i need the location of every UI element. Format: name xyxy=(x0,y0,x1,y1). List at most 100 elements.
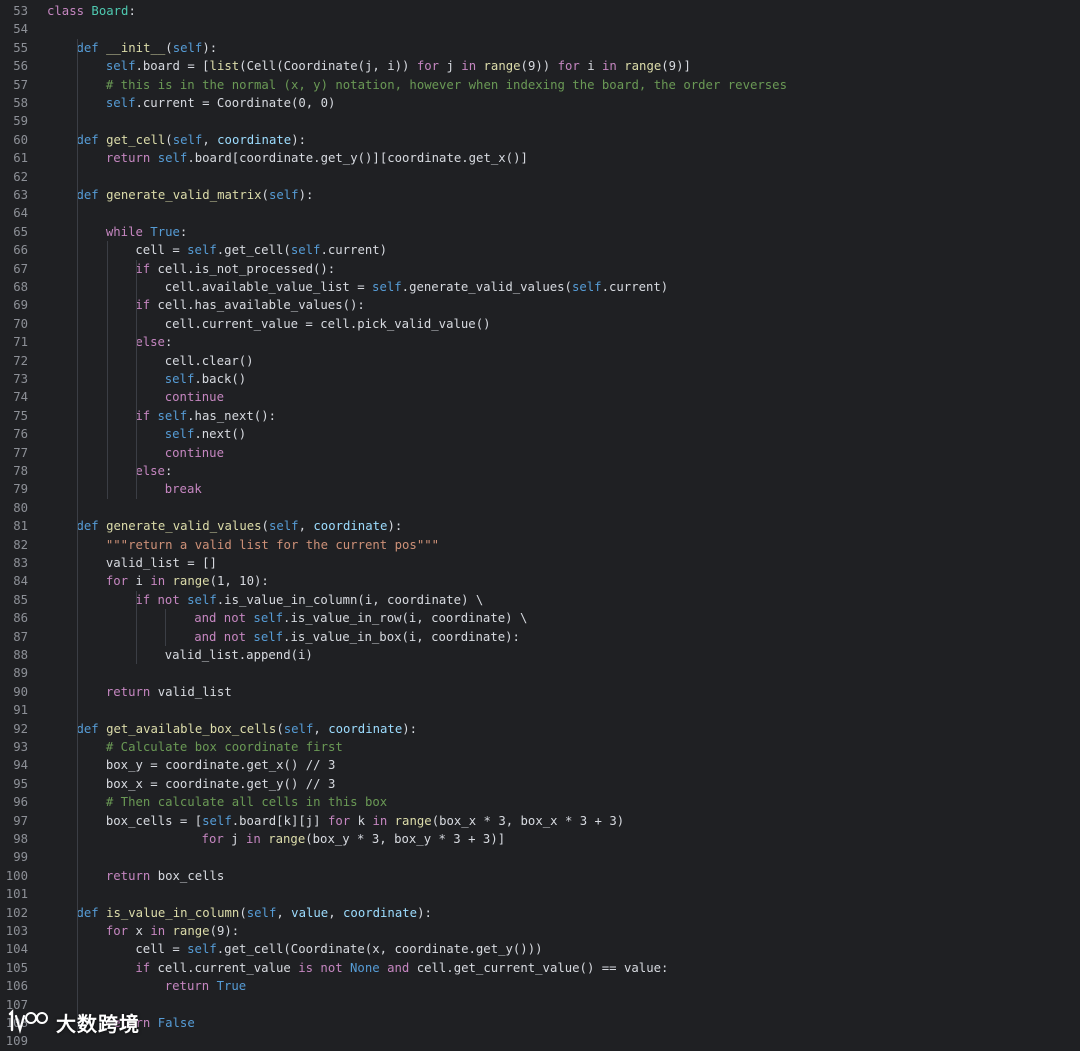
code-line[interactable]: 64 xyxy=(0,204,1080,222)
code-line[interactable]: 63 def generate_valid_matrix(self): xyxy=(0,186,1080,204)
code-line[interactable]: 81 def generate_valid_values(self, coordi… xyxy=(0,517,1080,535)
code-token: def xyxy=(76,905,107,920)
code-line[interactable]: 79 break xyxy=(0,480,1080,498)
code-line[interactable]: 53 class Board: xyxy=(0,2,1080,20)
code-line[interactable]: 105 if cell.current_value is not None and… xyxy=(0,959,1080,977)
code-token: True xyxy=(150,224,180,239)
code-token: None xyxy=(350,960,388,975)
code-line[interactable]: 88 valid_list.append(i) xyxy=(0,646,1080,664)
code-token: .is_value_in_column(i, coordinate) \ xyxy=(216,592,484,607)
code-token: self xyxy=(105,59,136,74)
code-line[interactable]: 100 return box_cells xyxy=(0,867,1080,885)
code-line[interactable]: 70 cell.current_value = cell.pick_valid_v… xyxy=(0,315,1080,333)
code-line[interactable]: 83 valid_list = [] xyxy=(0,554,1080,572)
code-editor[interactable]: 53 class Board: 54 55 def __init__(self): 56 s… xyxy=(0,0,1080,1048)
code-line[interactable]: 67 if cell.is_not_processed(): xyxy=(0,260,1080,278)
code-token: ): xyxy=(387,519,403,534)
code-line[interactable]: 58 self.current = Coordinate(0, 0) xyxy=(0,94,1080,112)
code-token: return xyxy=(105,684,158,699)
code-line[interactable]: 65 while True: xyxy=(0,223,1080,241)
code-line[interactable]: 71 else: xyxy=(0,333,1080,351)
line-number: 96 xyxy=(13,795,28,810)
code-line[interactable]: 80 xyxy=(0,499,1080,517)
code-line[interactable]: 85 if not self.is_value_in_column(i, coor… xyxy=(0,591,1080,609)
code-line[interactable]: 103 for x in range(9): xyxy=(0,922,1080,940)
code-text: def __init__(self): xyxy=(76,39,217,57)
line-number: 100 xyxy=(5,868,28,883)
code-line[interactable]: 90 return valid_list xyxy=(0,683,1080,701)
code-line[interactable]: 106 return True xyxy=(0,977,1080,995)
code-token: get_available_box_cells xyxy=(106,721,277,736)
code-line[interactable]: 55 def __init__(self): xyxy=(0,39,1080,57)
line-number: 67 xyxy=(13,261,28,276)
line-number: 95 xyxy=(13,776,28,791)
line-number: 71 xyxy=(13,335,28,350)
code-token: .current = Coordinate(0, 0) xyxy=(135,96,336,110)
code-text: if cell.is_not_processed(): xyxy=(135,260,335,278)
indent-guide xyxy=(136,590,137,665)
code-line[interactable]: 59 xyxy=(0,112,1080,130)
code-token: while xyxy=(105,224,151,239)
line-number: 75 xyxy=(13,408,28,423)
code-line[interactable]: 86 and not self.is_value_in_row(i, coordi… xyxy=(0,609,1080,627)
code-line[interactable]: 97 box_cells = [self.board[k][j] for k in… xyxy=(0,812,1080,830)
line-number: 76 xyxy=(13,427,28,442)
code-token: j xyxy=(223,832,246,846)
code-line[interactable]: 78 else: xyxy=(0,462,1080,480)
code-token: ( xyxy=(239,905,247,920)
code-token: True xyxy=(216,979,247,994)
code-line[interactable]: 57 # this is in the normal (x, y) notatio… xyxy=(0,76,1080,94)
code-text: def get_cell(self, coordinate): xyxy=(76,131,306,149)
code-line[interactable]: 76 self.next() xyxy=(0,425,1080,443)
code-line[interactable]: 77 continue xyxy=(0,444,1080,462)
code-token: self xyxy=(105,96,136,110)
code-line[interactable]: 89 xyxy=(0,664,1080,682)
line-number: 101 xyxy=(5,887,28,902)
code-line[interactable]: 102 def is_value_in_column(self, value, c… xyxy=(0,904,1080,922)
code-token: return xyxy=(105,868,158,883)
code-line[interactable]: 60 def get_cell(self, coordinate): xyxy=(0,131,1080,149)
code-token: ): xyxy=(202,40,218,55)
line-number: 72 xyxy=(13,353,28,368)
code-line[interactable]: 73 self.back() xyxy=(0,370,1080,388)
code-line[interactable]: 109 xyxy=(0,1032,1080,1050)
code-text: continue xyxy=(165,444,224,462)
code-line[interactable]: 108 return False xyxy=(0,1014,1080,1032)
code-token: self xyxy=(253,611,284,626)
code-line[interactable]: 68 cell.available_value_list = self.gener… xyxy=(0,278,1080,296)
line-number: 54 xyxy=(13,22,28,37)
code-line[interactable]: 87 and not self.is_value_in_box(i, coordi… xyxy=(0,628,1080,646)
code-line[interactable]: 62 xyxy=(0,168,1080,186)
code-token: self xyxy=(164,427,195,442)
code-token: range xyxy=(172,924,210,938)
line-number: 81 xyxy=(13,519,28,534)
code-line[interactable]: 61 return self.board[coordinate.get_y()][… xyxy=(0,149,1080,167)
code-text: """return a valid list for the current p… xyxy=(106,536,439,554)
code-line[interactable]: 94 box_y = coordinate.get_x() // 3 xyxy=(0,756,1080,774)
code-line[interactable]: 91 xyxy=(0,701,1080,719)
code-line[interactable]: 66 cell = self.get_cell(self.current) xyxy=(0,241,1080,259)
code-line[interactable]: 74 continue xyxy=(0,388,1080,406)
code-line[interactable]: 92 def get_available_box_cells(self, coor… xyxy=(0,720,1080,738)
code-line[interactable]: 107 xyxy=(0,996,1080,1014)
code-line[interactable]: 93 # Calculate box coordinate first xyxy=(0,738,1080,756)
code-line[interactable]: 82 """return a valid list for the current… xyxy=(0,536,1080,554)
code-line[interactable]: 69 if cell.has_available_values(): xyxy=(0,296,1080,314)
code-line[interactable]: 98 for j in range(box_y * 3, box_y * 3 + … xyxy=(0,830,1080,848)
code-token: # Then calculate all cells in this box xyxy=(105,795,388,810)
code-line[interactable]: 96 # Then calculate all cells in this box xyxy=(0,793,1080,811)
code-line[interactable]: 54 xyxy=(0,20,1080,38)
code-token: , xyxy=(202,132,218,147)
code-line[interactable]: 95 box_x = coordinate.get_y() // 3 xyxy=(0,775,1080,793)
code-line[interactable]: 84 for i in range(1, 10): xyxy=(0,572,1080,590)
code-token: valid_list xyxy=(157,684,232,699)
code-line[interactable]: 75 if self.has_next(): xyxy=(0,407,1080,425)
code-line[interactable]: 56 self.board = [list(Cell(Coordinate(j, … xyxy=(0,57,1080,75)
code-line[interactable]: 72 cell.clear() xyxy=(0,352,1080,370)
code-line[interactable]: 101 xyxy=(0,885,1080,903)
brand-logo-icon xyxy=(8,1009,48,1035)
code-line[interactable]: 104 cell = self.get_cell(Coordinate(x, co… xyxy=(0,940,1080,958)
code-line[interactable]: 99 xyxy=(0,848,1080,866)
code-text: cell.available_value_list = self.generat… xyxy=(165,278,668,296)
code-token: (9)) xyxy=(520,59,558,74)
